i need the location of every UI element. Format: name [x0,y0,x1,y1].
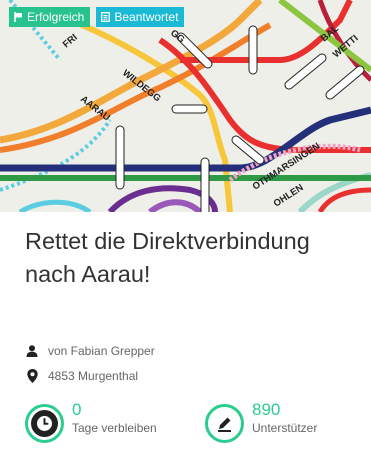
status-badges: Erfolgreich Beantwortet [9,7,185,27]
location-text: 4853 Murgenthal [48,369,139,383]
pencil-icon [205,404,244,443]
petition-author: von Fabian Grepper [25,344,155,358]
author-text: von Fabian Grepper [48,344,155,358]
petition-location: 4853 Murgenthal [25,369,138,383]
document-icon [101,12,111,22]
success-badge: Erfolgreich [9,7,91,27]
rail-map-illustration: FRI WILDEGG AARAU GG BAL WETTI OTHMARSIN… [0,0,371,212]
days-remaining-label: Tage verbleiben [72,421,157,435]
petition-title[interactable]: Rettet die Direktverbindung nach Aarau! [25,225,345,291]
answered-badge: Beantwortet [96,7,185,27]
answered-badge-label: Beantwortet [114,10,179,24]
supporters-label: Unterstützer [252,421,318,435]
flag-icon [14,12,23,22]
petition-image[interactable]: FRI WILDEGG AARAU GG BAL WETTI OTHMARSIN… [0,0,371,212]
days-remaining-value: 0 [72,400,82,419]
petition-card[interactable]: FRI WILDEGG AARAU GG BAL WETTI OTHMARSIN… [0,0,371,462]
clock-icon [25,404,64,443]
days-remaining-stat: 0 Tage verbleiben [25,401,157,443]
map-pin-icon [25,369,39,383]
supporters-value: 890 [252,400,281,419]
person-icon [25,345,39,357]
success-badge-label: Erfolgreich [27,10,85,24]
supporters-stat: 890 Unterstützer [205,401,317,443]
